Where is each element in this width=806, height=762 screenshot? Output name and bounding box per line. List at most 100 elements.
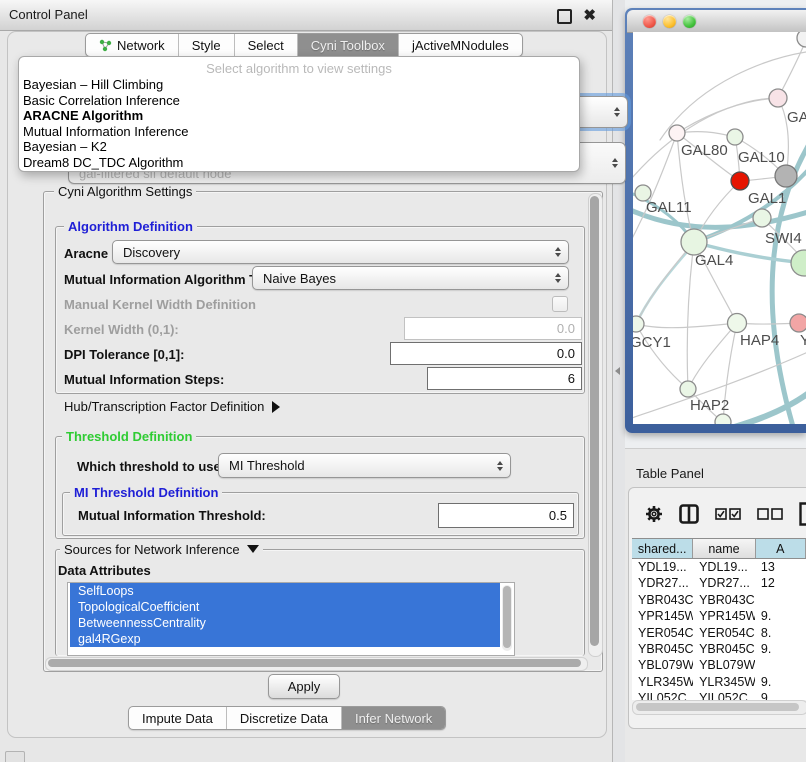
dpi-tolerance-label: DPI Tolerance [0,1]: [64,347,184,362]
node-gray[interactable] [775,165,797,187]
gear-icon[interactable] [645,505,663,523]
which-threshold-value: MI Threshold [229,458,305,473]
aracne-mode-combobox[interactable]: Discovery [112,240,569,264]
data-attributes-label: Data Attributes [58,563,151,578]
collapse-left-icon[interactable] [615,367,620,375]
node-GAL10[interactable] [727,129,743,145]
expand-right-icon[interactable] [272,401,280,413]
control-panel-titlebar[interactable]: Control Panel ✖ [0,0,612,31]
node-attribute-table[interactable]: shared...nameA YDL19...YDL19...13YDR27..… [632,538,806,700]
tab-label: Select [248,38,284,53]
bottom-tab-discretize-data[interactable]: Discretize Data [227,707,342,729]
algorithm-option[interactable]: ARACNE Algorithm [23,108,575,124]
network-canvas[interactable]: GALGAL80GAL10GAL1GAL11SWI4GAL4GCY1HAP4YH… [633,32,806,424]
tab-style[interactable]: Style [179,34,235,56]
table-cell: 9. [755,641,806,657]
network-edge[interactable] [688,323,737,389]
unchecked-boxes-icon[interactable] [757,508,783,520]
node-bottom-partial[interactable] [715,414,731,424]
table-row[interactable]: YPR145WYPR145W9. [632,608,806,624]
node-GAL80[interactable] [669,125,685,141]
table-cell: YER054C [632,625,693,641]
table-cell: YBR043C [693,592,755,608]
algorithm-option[interactable]: Basic Correlation Inference [23,93,575,109]
column-header[interactable]: shared... [632,539,693,558]
network-edge[interactable] [634,244,694,328]
close-traffic-light-icon[interactable] [643,15,656,28]
manual-kernel-checkbox[interactable] [552,296,568,312]
network-edge[interactable] [636,323,737,328]
which-threshold-label: Which threshold to use: [77,459,225,474]
data-attribute-item[interactable]: SelfLoops [70,583,500,599]
mi-algorithm-type-combobox[interactable]: Naive Bayes [252,266,569,290]
node-HAP2[interactable] [680,381,696,397]
apply-button[interactable]: Apply [268,674,340,699]
corner-grip-icon[interactable] [5,751,25,762]
table-cell: YBL079W [693,657,755,673]
control-panel-bottom-tabbar: Impute DataDiscretize DataInfer Network [128,706,446,730]
node-SWI4[interactable] [753,209,771,227]
network-edge[interactable] [677,132,735,137]
tab-jactivemnodules[interactable]: jActiveMNodules [399,34,522,56]
column-header[interactable]: A [756,539,806,558]
algorithm-option[interactable]: Bayesian – K2 [23,139,575,155]
settings-vertical-scrollbar[interactable] [588,193,603,657]
which-threshold-combobox[interactable]: MI Threshold [218,453,511,478]
table-row[interactable]: YDL19...YDL19...13 [632,559,806,575]
columns-icon[interactable] [679,504,699,524]
mi-steps-input[interactable]: 6 [427,367,582,390]
node-GAL1-red[interactable] [731,172,749,190]
mi-threshold-label: Mutual Information Threshold: [78,508,266,523]
bottom-tab-infer-network[interactable]: Infer Network [342,707,445,729]
node-GCY1[interactable] [633,316,644,332]
algorithm-option[interactable]: Mutual Information Inference [23,124,575,140]
node-big-right[interactable] [791,250,806,276]
list-scrollbar[interactable] [502,585,512,651]
column-header[interactable]: name [693,539,755,558]
minimize-traffic-light-icon[interactable] [663,15,676,28]
checked-boxes-icon[interactable] [715,508,741,520]
tab-label: Network [117,38,165,53]
data-attribute-item[interactable]: gal4RGexp [70,631,500,647]
tab-select[interactable]: Select [235,34,298,56]
kernel-width-input[interactable]: 0.0 [404,317,582,340]
table-row[interactable]: YBR045CYBR045C9. [632,641,806,657]
settings-horizontal-scrollbar[interactable] [45,657,588,671]
mi-threshold-input[interactable]: 0.5 [438,503,574,528]
table-row[interactable]: YER054CYER054C8. [632,625,806,641]
node-top-partial[interactable] [797,32,806,47]
bottom-tab-impute-data[interactable]: Impute Data [129,707,227,729]
expand-down-icon[interactable] [247,545,259,553]
algorithm-popup-placeholder: Select algorithm to view settings [19,61,579,76]
table-row[interactable]: YBL079WYBL079W [632,657,806,673]
network-edge[interactable] [778,40,806,98]
close-panel-icon[interactable]: ✖ [583,6,596,24]
tab-network[interactable]: Network [86,34,179,56]
network-edge[interactable] [687,242,694,389]
sources-expander[interactable]: Sources for Network Inference [60,542,263,557]
float-window-icon[interactable] [557,9,572,24]
data-attributes-list[interactable]: SelfLoopsTopologicalCoefficientBetweenne… [67,582,515,656]
table-row[interactable]: YLR345WYLR345W9. [632,674,806,690]
table-cell: YPR145W [632,608,693,624]
zoom-traffic-light-icon[interactable] [683,15,696,28]
node-pink-top[interactable] [769,89,787,107]
table-row[interactable]: YDR27...YDR27...12 [632,575,806,591]
algorithm-option[interactable]: Bayesian – Hill Climbing [23,77,575,93]
node-HAP4[interactable] [728,314,747,333]
node-label-GAL11: GAL11 [646,199,692,216]
tab-cyni-toolbox[interactable]: Cyni Toolbox [298,34,399,56]
table-horizontal-scrollbar[interactable] [632,700,806,715]
node-pink-right[interactable] [790,314,806,332]
dpi-tolerance-value: 0.0 [557,346,575,361]
data-attribute-item[interactable]: TopologicalCoefficient [70,599,500,615]
table-row[interactable]: YBR043CYBR043C [632,592,806,608]
dpi-tolerance-input[interactable]: 0.0 [390,342,582,365]
document-icon[interactable] [799,502,806,526]
app-screen: Control Panel ✖ Network Style Select Cyni T… [0,0,806,762]
network-window-titlebar[interactable] [627,10,806,33]
hub-definition-expander[interactable]: Hub/Transcription Factor Definition [64,399,280,414]
algorithm-option[interactable]: Dream8 DC_TDC Algorithm [23,155,575,171]
data-attribute-item[interactable]: BetweennessCentrality [70,615,500,631]
table-row[interactable]: YIL052CYIL052C9 [632,690,806,700]
